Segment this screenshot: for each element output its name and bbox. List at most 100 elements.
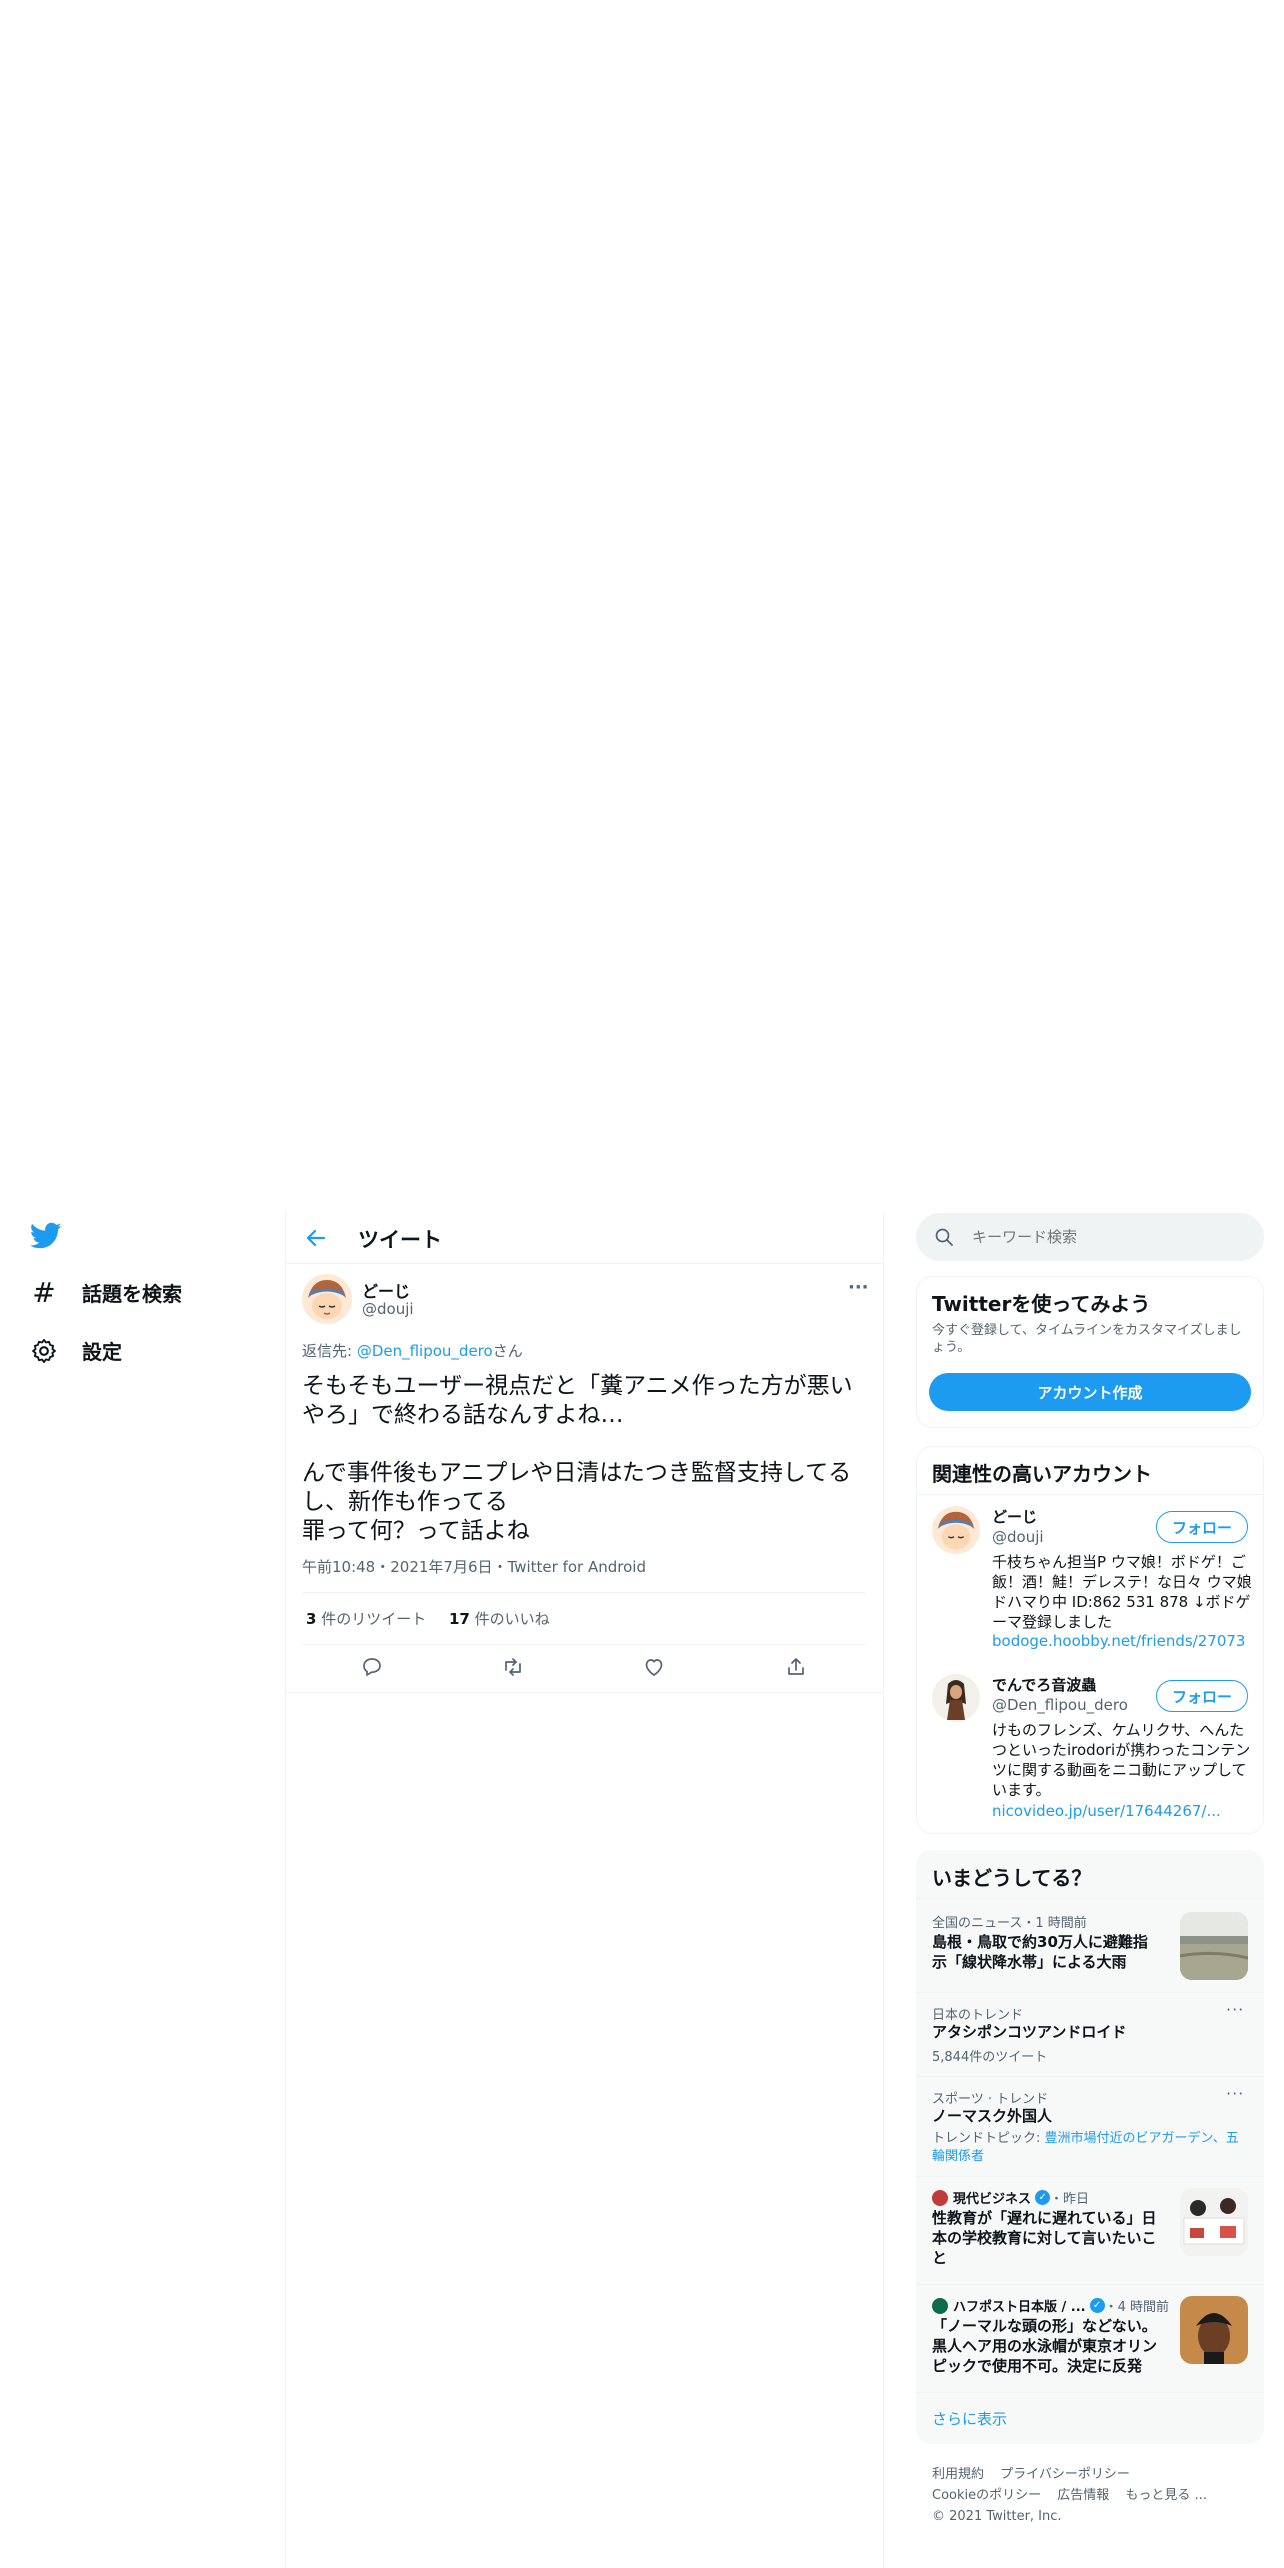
trend-sub-3: トレンドトピック: 豊洲市場付近のビアガーデン、五輪関係者 (932, 2130, 1248, 2166)
follow-button-1[interactable]: フォロー (1156, 1511, 1248, 1543)
gendai-logo-icon (932, 2189, 948, 2206)
search-input[interactable] (972, 1225, 1242, 1249)
twitter-logo-icon[interactable] (29, 1222, 62, 1254)
signup-description: 今すぐ登録して、タイムラインをカスタマイズしましょう。 (932, 1323, 1242, 1355)
like-stat[interactable]: 17 件のいいね (449, 1610, 550, 1628)
reply-prefix: 返信先: (302, 1342, 357, 1360)
related-avatar-douji[interactable] (932, 1506, 980, 1554)
trend-sub-prefix-3: トレンドトピック: (932, 2131, 1045, 2146)
share-icon[interactable] (784, 1655, 808, 1683)
footer-privacy-link[interactable]: プライバシーポリシー (1000, 2467, 1130, 2482)
trends-divider-5 (916, 2392, 1264, 2393)
related-handle-1[interactable]: @douji (992, 1528, 1044, 1546)
nav-explore[interactable]: # 話題を検索 (30, 1278, 182, 1307)
like-icon[interactable] (642, 1655, 666, 1683)
related-bio-1: 千枝ちゃん担当P ウマ娘！ボドゲ！ご飯！酒！鮭！デレステ！な日々 ウマ娘ドハマり… (992, 1553, 1252, 1631)
stats-divider (302, 1644, 866, 1645)
nav-explore-label: 話題を検索 (82, 1282, 182, 1306)
trend-title-5[interactable]: 「ノーマルな頭の形」などない。黒人ヘア用の水泳帽が東京オリンピックで使用不可。決… (932, 2316, 1162, 2376)
trends-title: いまどうしてる？ (932, 1866, 1092, 1890)
retweet-label: 件のリツイート (316, 1610, 427, 1628)
retweet-count: 3 (306, 1610, 317, 1628)
follow-button-2[interactable]: フォロー (1156, 1680, 1248, 1712)
back-arrow-icon[interactable] (304, 1226, 328, 1254)
tweet-time[interactable]: 午前10:48 (302, 1558, 375, 1576)
trends-divider-1 (916, 1992, 1264, 1993)
related-link-2[interactable]: nicovideo.jp/user/17644267/... (992, 1802, 1221, 1820)
search-icon (934, 1227, 954, 1251)
related-title-divider (917, 1494, 1263, 1495)
trend-source-4[interactable]: 現代ビジネス (953, 2188, 1031, 2207)
tweet-text: そもそもユーザー視点だと「糞アニメ作った方が悪いやろ」で終わる話なんすよね… ん… (302, 1373, 853, 1544)
avatar[interactable] (302, 1274, 352, 1324)
tweet-source: Twitter for Android (507, 1558, 646, 1576)
engagement-stats: 3 件のリツイート 17 件のいいね (306, 1608, 550, 1629)
create-account-button[interactable]: アカウント作成 (929, 1373, 1251, 1411)
reply-context: 返信先: @Den_flipou_deroさん (302, 1340, 523, 1361)
page-title: ツイート (358, 1228, 442, 1252)
trend-title-1[interactable]: 島根・鳥取で約30万人に避難指示「線状降水帯」による大雨 (932, 1932, 1162, 1972)
verified-icon: ✓ (1089, 2298, 1105, 2313)
gear-icon (30, 1337, 58, 1365)
trend-meta-1: 全国のニュース・1 時間前 (932, 1916, 1087, 1931)
nav-settings[interactable]: 設定 (30, 1336, 122, 1365)
footer-more-link[interactable]: もっと見る ... (1125, 2488, 1207, 2503)
trend-meta-5: ・4 時間前 (1104, 2300, 1170, 2315)
footer-cookie-link[interactable]: Cookieのポリシー (932, 2488, 1041, 2503)
trend-thumbnail-swimcap[interactable] (1180, 2296, 1248, 2364)
signup-title: Twitterを使ってみよう (932, 1292, 1151, 1316)
trends-divider-3 (916, 2176, 1264, 2177)
like-label: 件のいいね (469, 1610, 550, 1628)
trend-thumbnail-classroom[interactable] (1180, 2188, 1248, 2256)
tweet-timestamp: 午前10:48・2021年7月6日・Twitter for Android (302, 1558, 646, 1576)
verified-icon: ✓ (1035, 2190, 1051, 2205)
trend-meta-2: 日本のトレンド (932, 2008, 1024, 2023)
related-avatar-dero[interactable] (932, 1674, 980, 1722)
related-bio-2: けものフレンズ、ケムリクサ、へんたつといったirodoriが携わったコンテンツに… (992, 1721, 1251, 1799)
trends-divider-0 (916, 1898, 1264, 1899)
trend-source-5[interactable]: ハフポスト日本版 / ... (953, 2296, 1086, 2315)
show-more-link[interactable]: さらに表示 (932, 2408, 1007, 2429)
reply-icon[interactable] (360, 1655, 384, 1683)
left-divider (285, 1212, 286, 2568)
related-accounts-title: 関連性の高いアカウント (932, 1462, 1152, 1486)
retweet-stat[interactable]: 3 件のリツイート (306, 1610, 426, 1628)
related-name-1[interactable]: どーじ (992, 1506, 1037, 1527)
trend-more-icon-2[interactable]: ··· (1226, 2000, 1244, 2019)
retweet-icon[interactable] (501, 1655, 525, 1683)
reply-suffix: さん (492, 1342, 523, 1360)
footer-copyright: © 2021 Twitter, Inc. (932, 2509, 1062, 2524)
related-link-1[interactable]: bodoge.hoobby.net/friends/27073 (992, 1632, 1245, 1650)
meta-divider (302, 1592, 866, 1593)
trend-sub-2: 5,844件のツイート (932, 2050, 1048, 2065)
footer-links: 利用規約 プライバシーポリシー Cookieのポリシー 広告情報 もっと見る .… (932, 2464, 1252, 2527)
related-name-2[interactable]: でんでろ音波蟲 (992, 1674, 1096, 1695)
related-handle-2[interactable]: @Den_flipou_dero (992, 1696, 1128, 1714)
huffpost-logo-icon (932, 2297, 948, 2314)
trends-divider-4 (916, 2284, 1264, 2285)
trend-more-icon-3[interactable]: ··· (1226, 2084, 1244, 2103)
nav-settings-label: 設定 (82, 1340, 122, 1364)
like-count: 17 (449, 1610, 470, 1628)
trends-divider-2 (916, 2076, 1264, 2077)
center-divider (883, 1212, 884, 2568)
trend-title-4[interactable]: 性教育が「遅れに遅れている」日本の学校教育に対して言いたいこと (932, 2208, 1162, 2268)
trend-title-3[interactable]: ノーマスク外国人 (932, 2106, 1052, 2126)
trend-source-row-4: 現代ビジネス ✓ ・昨日 (932, 2188, 1089, 2207)
header-divider (286, 1263, 883, 1264)
tweet-date[interactable]: 2021年7月6日 (390, 1558, 492, 1576)
author-name[interactable]: どーじ (362, 1278, 410, 1302)
trend-meta-4: ・昨日 (1050, 2192, 1090, 2207)
trend-title-2[interactable]: アタシポンコツアンドロイド (932, 2022, 1126, 2042)
reply-to-link[interactable]: @Den_flipou_dero (357, 1342, 493, 1360)
more-options-icon[interactable]: ··· (848, 1277, 869, 1298)
footer-ads-link[interactable]: 広告情報 (1057, 2488, 1109, 2503)
trend-source-row-5: ハフポスト日本版 / ... ✓ ・4 時間前 (932, 2296, 1169, 2315)
footer-terms-link[interactable]: 利用規約 (932, 2467, 984, 2482)
author-handle[interactable]: @douji (362, 1300, 414, 1318)
trend-meta-3: スポーツ · トレンド (932, 2092, 1049, 2107)
trend-thumbnail-flood[interactable] (1180, 1912, 1248, 1980)
actions-divider (286, 1692, 883, 1693)
hashtag-icon: # (32, 1275, 56, 1309)
search-box[interactable] (916, 1213, 1264, 1261)
